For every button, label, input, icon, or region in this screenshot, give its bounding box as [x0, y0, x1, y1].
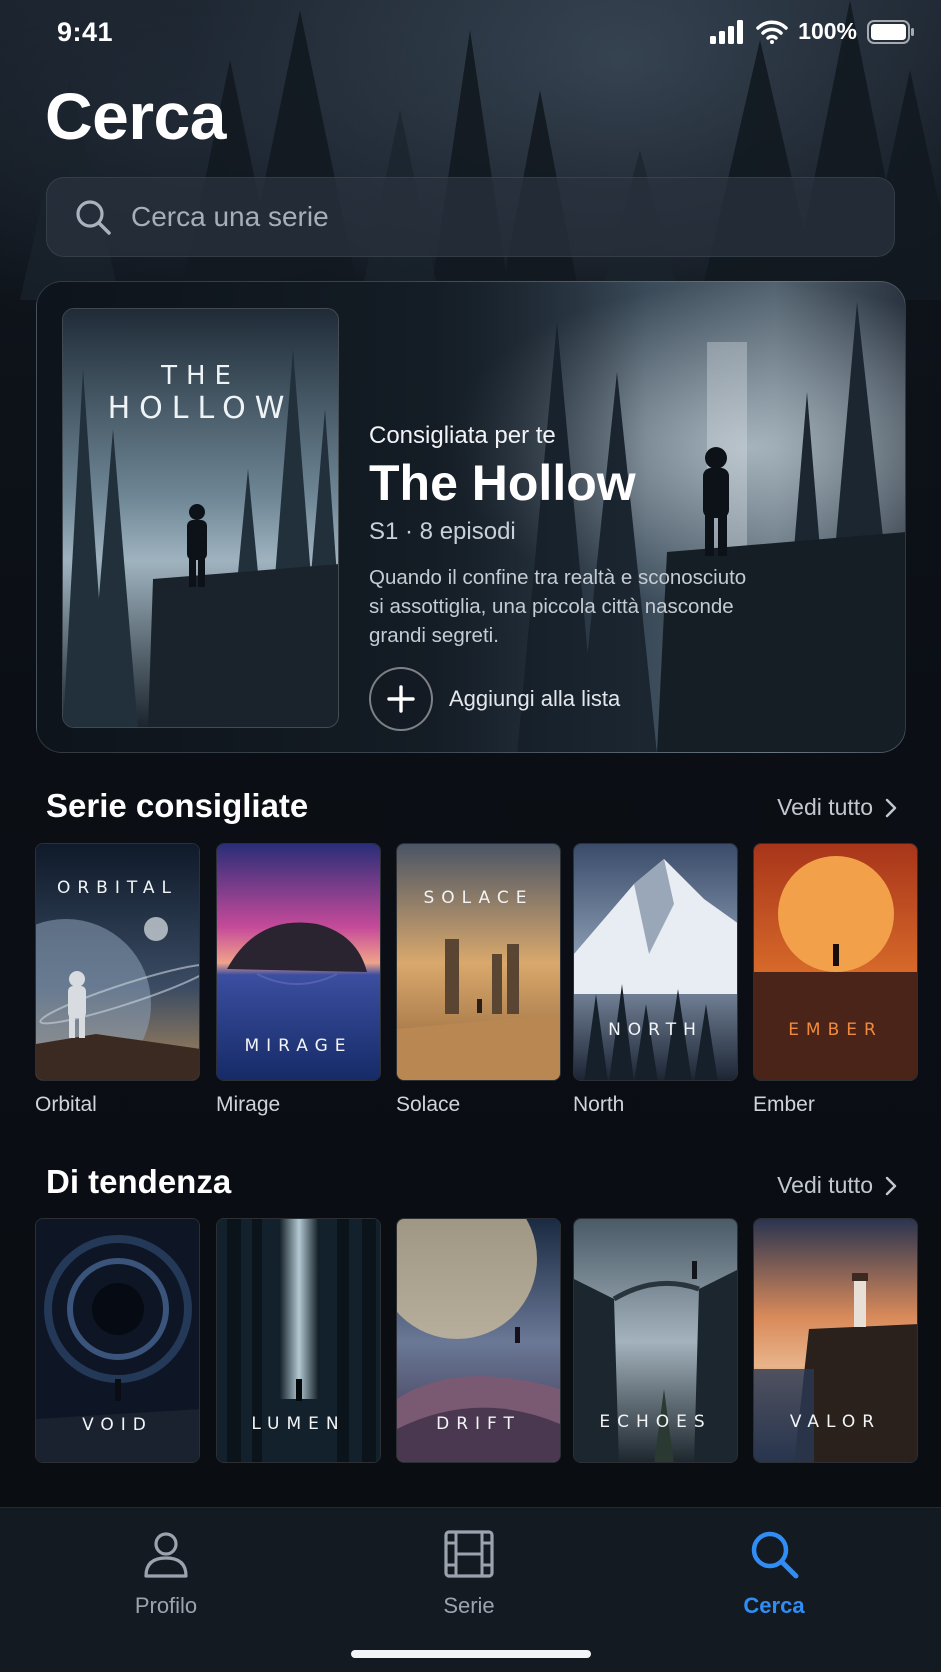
featured-meta: S1 · 8 episodi — [369, 518, 516, 545]
series-card[interactable]: VOID — [35, 1218, 200, 1463]
poster-title: DRIFT — [436, 1414, 521, 1434]
trending-see-all-link[interactable]: Vedi tutto — [777, 1172, 897, 1199]
series-card[interactable]: LUMEN — [216, 1218, 381, 1463]
tab-series[interactable]: Serie — [389, 1526, 549, 1619]
add-to-list-button[interactable]: Aggiungi alla lista — [369, 667, 620, 731]
battery-icon — [867, 19, 914, 44]
tab-profile-label: Profilo — [134, 1593, 198, 1618]
solace-poster-art — [397, 844, 560, 1080]
ember-poster-art — [754, 844, 917, 1080]
wifi-icon — [756, 20, 788, 44]
tab-series-label: Serie — [443, 1593, 495, 1618]
series-card[interactable]: VALOR — [753, 1218, 918, 1463]
poster-title: VALOR — [789, 1412, 882, 1432]
series-poster[interactable]: LUMEN — [216, 1218, 381, 1463]
poster-title: SOLACE — [423, 888, 534, 908]
see-all-label: Vedi tutto — [777, 1172, 873, 1198]
recommended-section-title: Serie consigliate — [46, 787, 309, 824]
search-screen: 9:41 100% Cerca Cerca una serie THE HOLL… — [0, 0, 941, 1672]
tab-search[interactable]: Cerca — [694, 1526, 854, 1619]
north-poster-art — [574, 844, 737, 1080]
featured-poster-line2: HOLLOW — [107, 391, 294, 426]
series-poster[interactable]: EMBER — [753, 843, 918, 1081]
film-icon — [444, 1530, 494, 1578]
series-card[interactable]: MIRAGE Mirage — [216, 843, 381, 1117]
series-poster[interactable]: NORTH — [573, 843, 738, 1081]
featured-description: Quando il confine tra realtà e sconosciu… — [369, 566, 747, 647]
page-title: Cerca — [45, 79, 226, 153]
tab-search-label: Cerca — [743, 1593, 805, 1618]
status-icons: 100% — [710, 18, 915, 45]
chevron-right-icon — [885, 798, 897, 817]
see-all-label: Vedi tutto — [777, 794, 873, 820]
add-to-list-label: Aggiungi alla lista — [449, 686, 621, 711]
series-poster[interactable]: VOID — [35, 1218, 200, 1463]
series-poster[interactable]: SOLACE — [396, 843, 561, 1081]
series-poster[interactable]: MIRAGE — [216, 843, 381, 1081]
search-icon — [76, 200, 111, 235]
home-indicator[interactable] — [351, 1650, 591, 1658]
add-circle[interactable] — [369, 667, 433, 731]
featured-title[interactable]: The Hollow — [369, 454, 636, 512]
poster-title: NORTH — [608, 1020, 703, 1040]
poster-title: LUMEN — [251, 1414, 346, 1434]
tab-profile[interactable]: Profilo — [86, 1526, 246, 1619]
tab-bar: Profilo Serie Cerca — [0, 1507, 941, 1672]
search-bar[interactable] — [46, 177, 895, 257]
poster-title: ECHOES — [599, 1412, 712, 1432]
signal-icon — [710, 19, 744, 44]
poster-title: VOID — [82, 1415, 153, 1435]
series-card[interactable]: EMBER Ember — [753, 843, 918, 1117]
poster-title: EMBER — [788, 1020, 883, 1040]
series-poster[interactable]: VALOR — [753, 1218, 918, 1463]
recommended-row: ORBITAL Orbital MIRAGE Mirage SOLACE Sol… — [35, 843, 941, 1123]
poster-title: MIRAGE — [244, 1036, 353, 1056]
status-bar: 9:41 100% — [0, 0, 941, 64]
search-icon — [751, 1531, 799, 1579]
plus-icon — [387, 685, 415, 713]
chevron-right-icon — [885, 1176, 897, 1195]
series-title: Mirage — [216, 1093, 281, 1116]
series-card[interactable]: ECHOES — [573, 1218, 738, 1463]
series-card[interactable]: ORBITAL Orbital — [35, 843, 200, 1117]
trending-row: VOID LUMEN DRIFT ECHOES VALOR — [35, 1218, 941, 1498]
featured-poster[interactable]: THE HOLLOW — [62, 308, 339, 728]
trending-section-title: Di tendenza — [46, 1163, 232, 1200]
featured-kicker: Consigliata per te — [369, 422, 556, 449]
series-card[interactable]: SOLACE Solace — [396, 843, 561, 1117]
series-poster[interactable]: ORBITAL — [35, 843, 200, 1081]
status-time: 9:41 — [57, 17, 114, 47]
series-poster[interactable]: DRIFT — [396, 1218, 561, 1463]
series-card[interactable]: NORTH North — [573, 843, 738, 1117]
battery-percentage: 100% — [798, 18, 857, 44]
series-card[interactable]: DRIFT — [396, 1218, 561, 1463]
featured-poster-line1: THE — [161, 361, 240, 391]
featured-card[interactable]: THE HOLLOW Consigliata per te The Hollow… — [36, 281, 906, 753]
recommended-see-all-link[interactable]: Vedi tutto — [777, 794, 897, 821]
series-title: Orbital — [35, 1093, 97, 1116]
series-title: North — [573, 1093, 625, 1116]
search-input[interactable] — [131, 201, 894, 233]
series-title: Ember — [753, 1093, 815, 1116]
series-poster[interactable]: ECHOES — [573, 1218, 738, 1463]
person-icon — [144, 1532, 188, 1578]
series-title: Solace — [396, 1093, 461, 1116]
poster-title: ORBITAL — [56, 878, 179, 898]
